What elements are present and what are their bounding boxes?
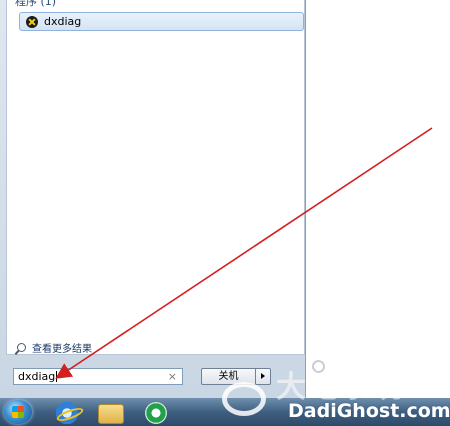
annotation-arrow — [55, 127, 433, 379]
